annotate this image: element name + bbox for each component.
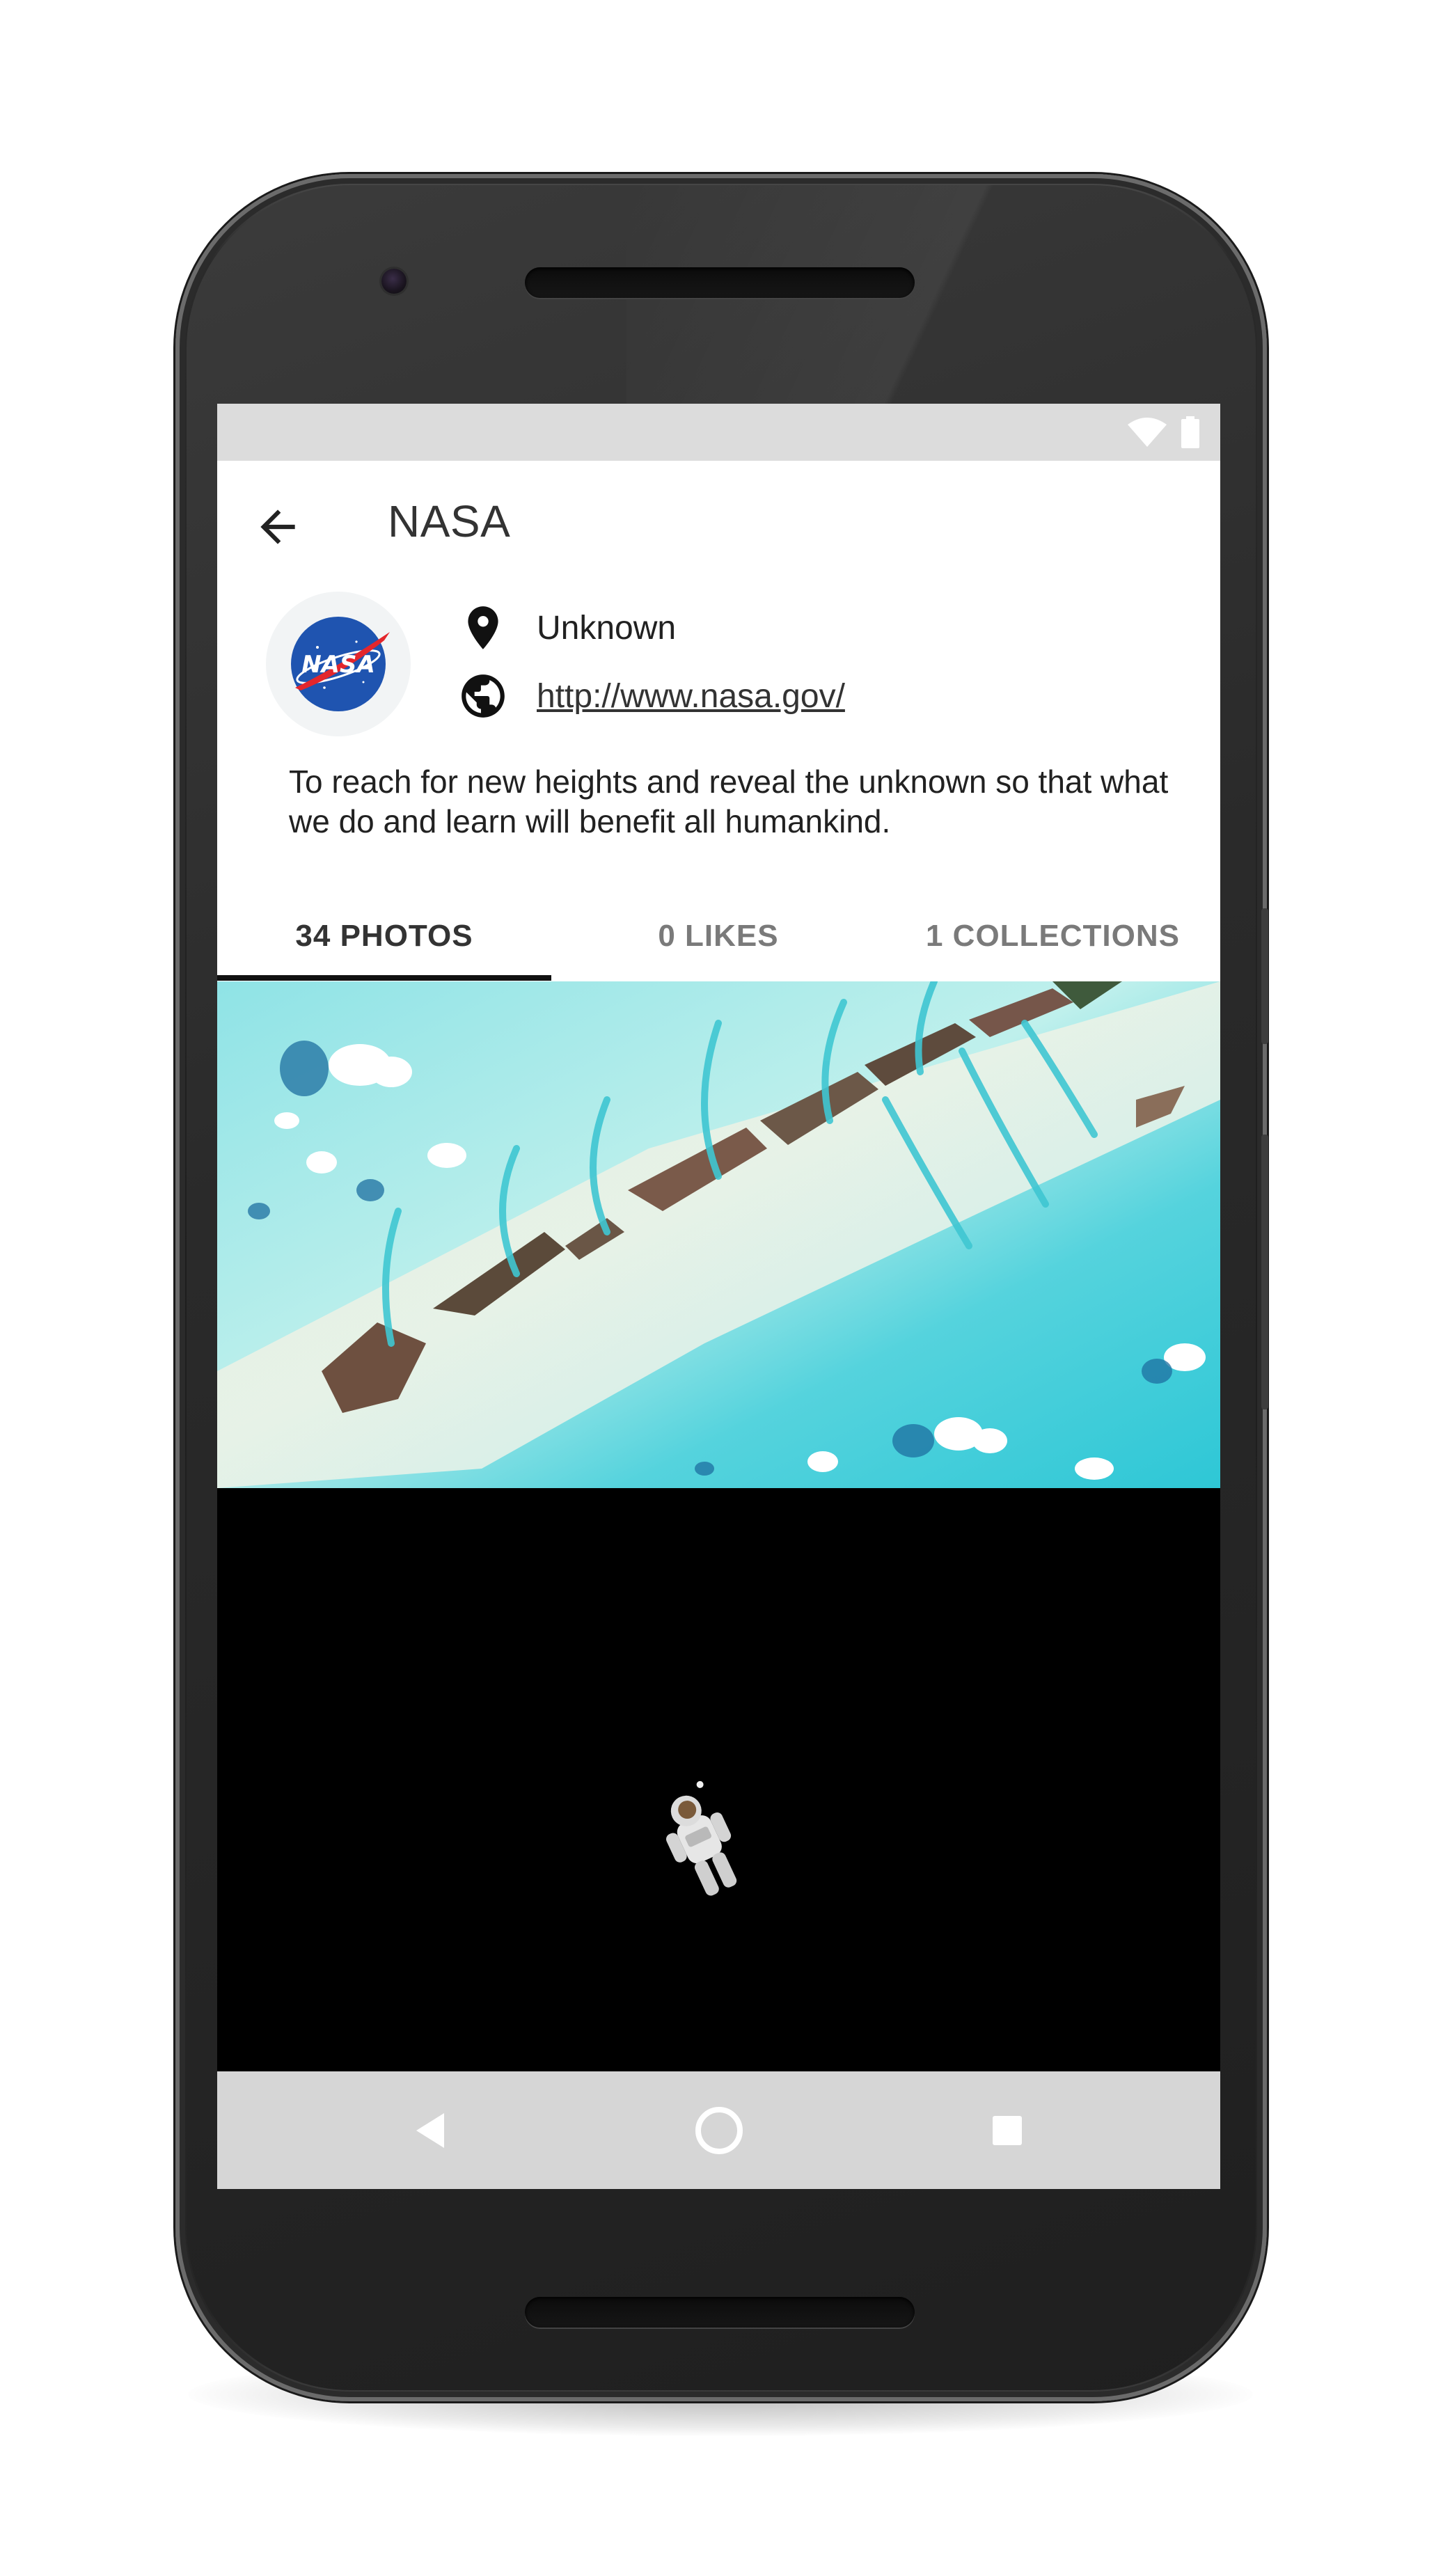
wifi-icon — [1128, 418, 1167, 447]
page-title: NASA — [388, 496, 511, 546]
tab-photos[interactable]: 34 PHOTOS — [217, 891, 551, 981]
battery-icon — [1181, 416, 1199, 448]
nav-back-icon[interactable] — [404, 2101, 464, 2160]
tab-collections[interactable]: 1 COLLECTIONS — [885, 891, 1220, 981]
location-row: Unknown — [457, 602, 676, 654]
back-arrow-icon[interactable] — [252, 501, 303, 553]
astronaut-image — [666, 1780, 737, 1896]
globe-icon — [462, 674, 505, 718]
nasa-logo: NASA — [291, 617, 390, 711]
tab-likes[interactable]: 0 LIKES — [551, 891, 885, 981]
tab-indicator — [217, 975, 551, 981]
top-speaker — [525, 267, 915, 298]
status-bar — [217, 404, 1220, 461]
nav-home-icon[interactable] — [689, 2101, 749, 2160]
nav-recents-icon[interactable] — [977, 2101, 1037, 2160]
location-text: Unknown — [537, 609, 677, 647]
volume-button — [1261, 1135, 1268, 1409]
avatar: NASA — [266, 592, 411, 736]
front-camera — [381, 269, 407, 294]
aerial-islands-image — [217, 981, 1220, 1488]
nasa-logo-text: NASA — [301, 651, 375, 679]
profile-bio: To reach for new heights and reveal the … — [289, 764, 1169, 839]
bottom-speaker — [525, 2297, 915, 2328]
website-row: http://www.nasa.gov/ — [457, 670, 845, 722]
power-button — [1261, 908, 1268, 1044]
phone-screen: NASA NASA Unknown http://www.nasa.gov/ T… — [217, 404, 1220, 2189]
website-link[interactable]: http://www.nasa.gov/ — [537, 677, 845, 716]
system-nav-bar — [217, 2071, 1220, 2189]
tab-bar: 34 PHOTOS 0 LIKES 1 COLLECTIONS — [217, 891, 1220, 981]
status-icons — [1127, 416, 1201, 448]
toolbar: NASA — [217, 461, 1220, 593]
photo-aerial-islands[interactable] — [217, 981, 1220, 1488]
photo-astronaut[interactable] — [217, 1488, 1220, 2071]
location-pin-icon — [468, 606, 498, 649]
